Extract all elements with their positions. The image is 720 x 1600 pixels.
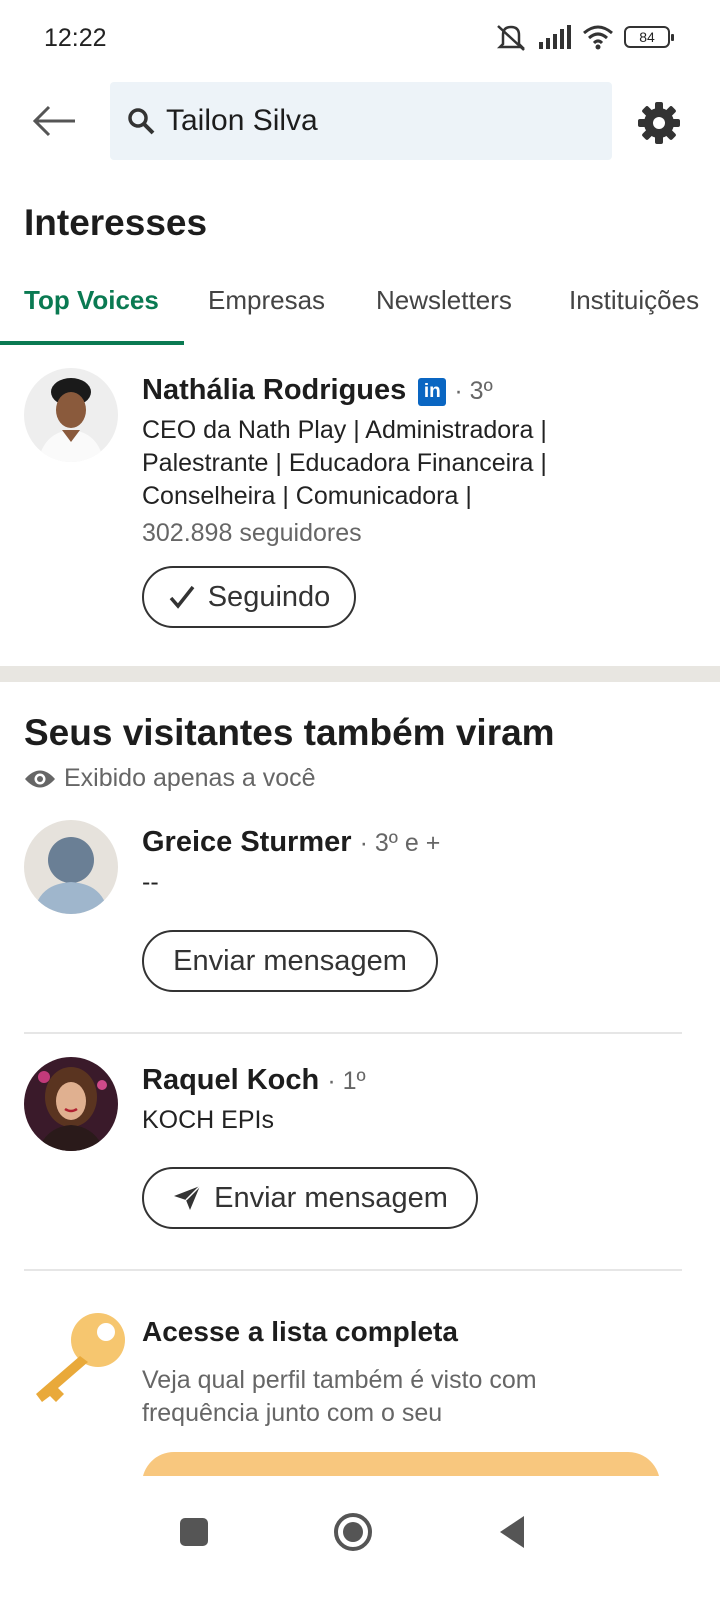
premium-description: Veja qual perfil também é visto com freq… <box>142 1366 537 1427</box>
follower-count: 302.898 seguidores <box>142 519 362 547</box>
premium-trial-button[interactable]: Experimente o Premium por R$ 0 <box>142 1452 660 1476</box>
profile-name-line: Greice Sturmer · 3º e + <box>142 826 440 859</box>
page-title: Interesses <box>24 202 208 243</box>
status-icons: 84 <box>494 22 674 52</box>
profile-name-line: Raquel Koch · 1º <box>142 1064 366 1097</box>
avatar[interactable] <box>24 1057 118 1151</box>
profile-name[interactable]: Raquel Koch <box>142 1064 319 1096</box>
back-nav-button[interactable] <box>482 1502 542 1562</box>
back-arrow-icon <box>32 105 75 137</box>
avatar[interactable] <box>24 820 118 914</box>
visibility-note: Exibido apenas a você <box>24 764 316 793</box>
tab-empresas[interactable]: Empresas <box>208 272 325 344</box>
gear-icon <box>638 102 680 144</box>
profile-headline: KOCH EPIs <box>142 1106 274 1134</box>
profile-name-line: Nathália Rodrigues in · 3º <box>142 374 493 407</box>
top-voice-card: Nathália Rodrigues in · 3º CEO da Nath P… <box>0 346 720 666</box>
circle-icon <box>334 1513 372 1551</box>
list-item: Greice Sturmer · 3º e + -- Enviar mensag… <box>0 808 720 1032</box>
connection-degree: · 3º e + <box>359 829 441 857</box>
battery-indicator: 84 <box>624 26 674 48</box>
premium-button-viewport: Experimente o Premium por R$ 0 <box>0 1450 720 1476</box>
list-item: Raquel Koch · 1º KOCH EPIs Enviar mensag… <box>0 1046 720 1270</box>
following-button[interactable]: Seguindo <box>142 566 356 628</box>
search-icon <box>128 108 155 135</box>
avatar[interactable] <box>24 368 118 462</box>
top-bar: Tailon Silva <box>0 82 720 162</box>
system-nav-bar <box>0 1476 720 1600</box>
tab-top-voices[interactable]: Top Voices <box>24 272 159 344</box>
wifi-icon <box>583 25 613 50</box>
tab-bar: Top Voices Empresas Newsletters Institui… <box>0 272 720 346</box>
premium-title: Acesse a lista completa <box>142 1316 458 1347</box>
signal-icon <box>539 25 571 49</box>
status-time: 12:22 <box>44 24 107 52</box>
message-button[interactable]: Enviar mensagem <box>142 930 438 992</box>
visibility-text: Exibido apenas a você <box>64 764 316 792</box>
profile-headline: -- <box>142 868 159 896</box>
message-button-label: Enviar mensagem <box>173 944 407 977</box>
search-input[interactable]: Tailon Silva <box>110 82 612 160</box>
linkedin-badge-icon: in <box>418 378 447 406</box>
key-icon <box>36 1313 125 1402</box>
send-message-button[interactable]: Enviar mensagem <box>142 1167 478 1229</box>
home-button[interactable] <box>323 1502 383 1562</box>
mute-icon <box>496 25 526 51</box>
triangle-back-icon <box>500 1516 524 1548</box>
tab-instituicoes[interactable]: Instituições <box>569 272 699 344</box>
recents-button[interactable] <box>164 1502 224 1562</box>
profile-name[interactable]: Nathália Rodrigues <box>142 374 406 406</box>
section-divider <box>0 666 720 682</box>
following-button-label: Seguindo <box>207 580 331 613</box>
search-query: Tailon Silva <box>166 104 318 137</box>
profile-headline: CEO da Nath Play | Administradora | Pale… <box>142 416 547 510</box>
square-icon <box>180 1518 208 1546</box>
message-button-label: Enviar mensagem <box>214 1181 448 1214</box>
tab-newsletters[interactable]: Newsletters <box>376 272 512 344</box>
connection-degree: · 3º <box>454 377 493 405</box>
check-icon <box>169 585 195 609</box>
send-icon <box>174 1185 201 1210</box>
back-button[interactable] <box>28 98 80 144</box>
divider <box>24 1032 682 1034</box>
connection-degree: · 1º <box>327 1067 366 1095</box>
profile-name[interactable]: Greice Sturmer <box>142 826 352 858</box>
divider <box>24 1269 682 1271</box>
active-tab-indicator <box>0 341 184 345</box>
status-bar: 12:22 84 <box>0 0 720 76</box>
eye-icon <box>25 770 55 787</box>
section-title: Seus visitantes também viram <box>24 712 555 753</box>
settings-button[interactable] <box>636 100 682 146</box>
